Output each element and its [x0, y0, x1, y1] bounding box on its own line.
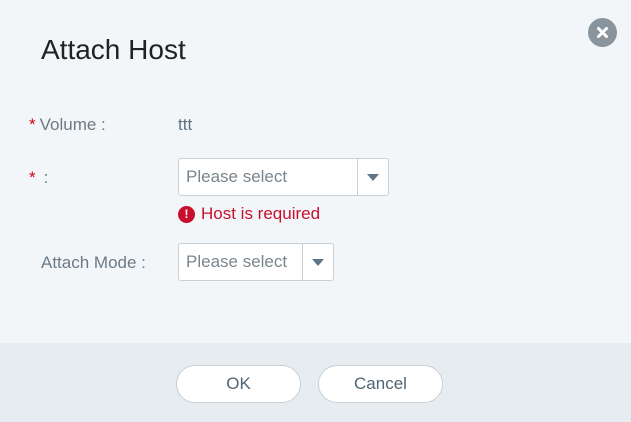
- cancel-button[interactable]: Cancel: [318, 365, 443, 403]
- exclamation-circle-icon: !: [178, 205, 195, 223]
- host-select-dropdown-button[interactable]: [357, 159, 388, 195]
- host-select-placeholder: Please select: [186, 167, 288, 186]
- host-label-text: :: [43, 168, 49, 187]
- attach-mode-select-placeholder: Please select: [186, 252, 288, 271]
- attach-mode-select[interactable]: Please select: [178, 243, 334, 281]
- dialog-footer: OK Cancel: [0, 343, 631, 422]
- host-label: *:: [29, 168, 48, 188]
- host-error-message: ! Host is required: [178, 204, 320, 224]
- close-icon: [597, 27, 608, 38]
- required-marker: *: [29, 115, 36, 134]
- required-marker: *: [29, 168, 36, 187]
- volume-label: * Volume :: [29, 115, 106, 135]
- attach-host-dialog: Attach Host * Volume : ttt *: Please sele…: [0, 0, 631, 422]
- host-select[interactable]: Please select: [178, 158, 389, 196]
- caret-down-icon: [312, 258, 324, 266]
- dialog-title: Attach Host: [41, 34, 186, 65]
- attach-mode-label: Attach Mode :: [41, 253, 146, 272]
- ok-button[interactable]: OK: [176, 365, 301, 403]
- host-error-text: Host is required: [201, 204, 321, 223]
- volume-label-text: Volume :: [39, 115, 106, 134]
- volume-value: ttt: [178, 115, 193, 134]
- close-button[interactable]: [588, 18, 617, 47]
- caret-down-icon: [367, 173, 379, 181]
- attach-mode-dropdown-button[interactable]: [302, 244, 333, 280]
